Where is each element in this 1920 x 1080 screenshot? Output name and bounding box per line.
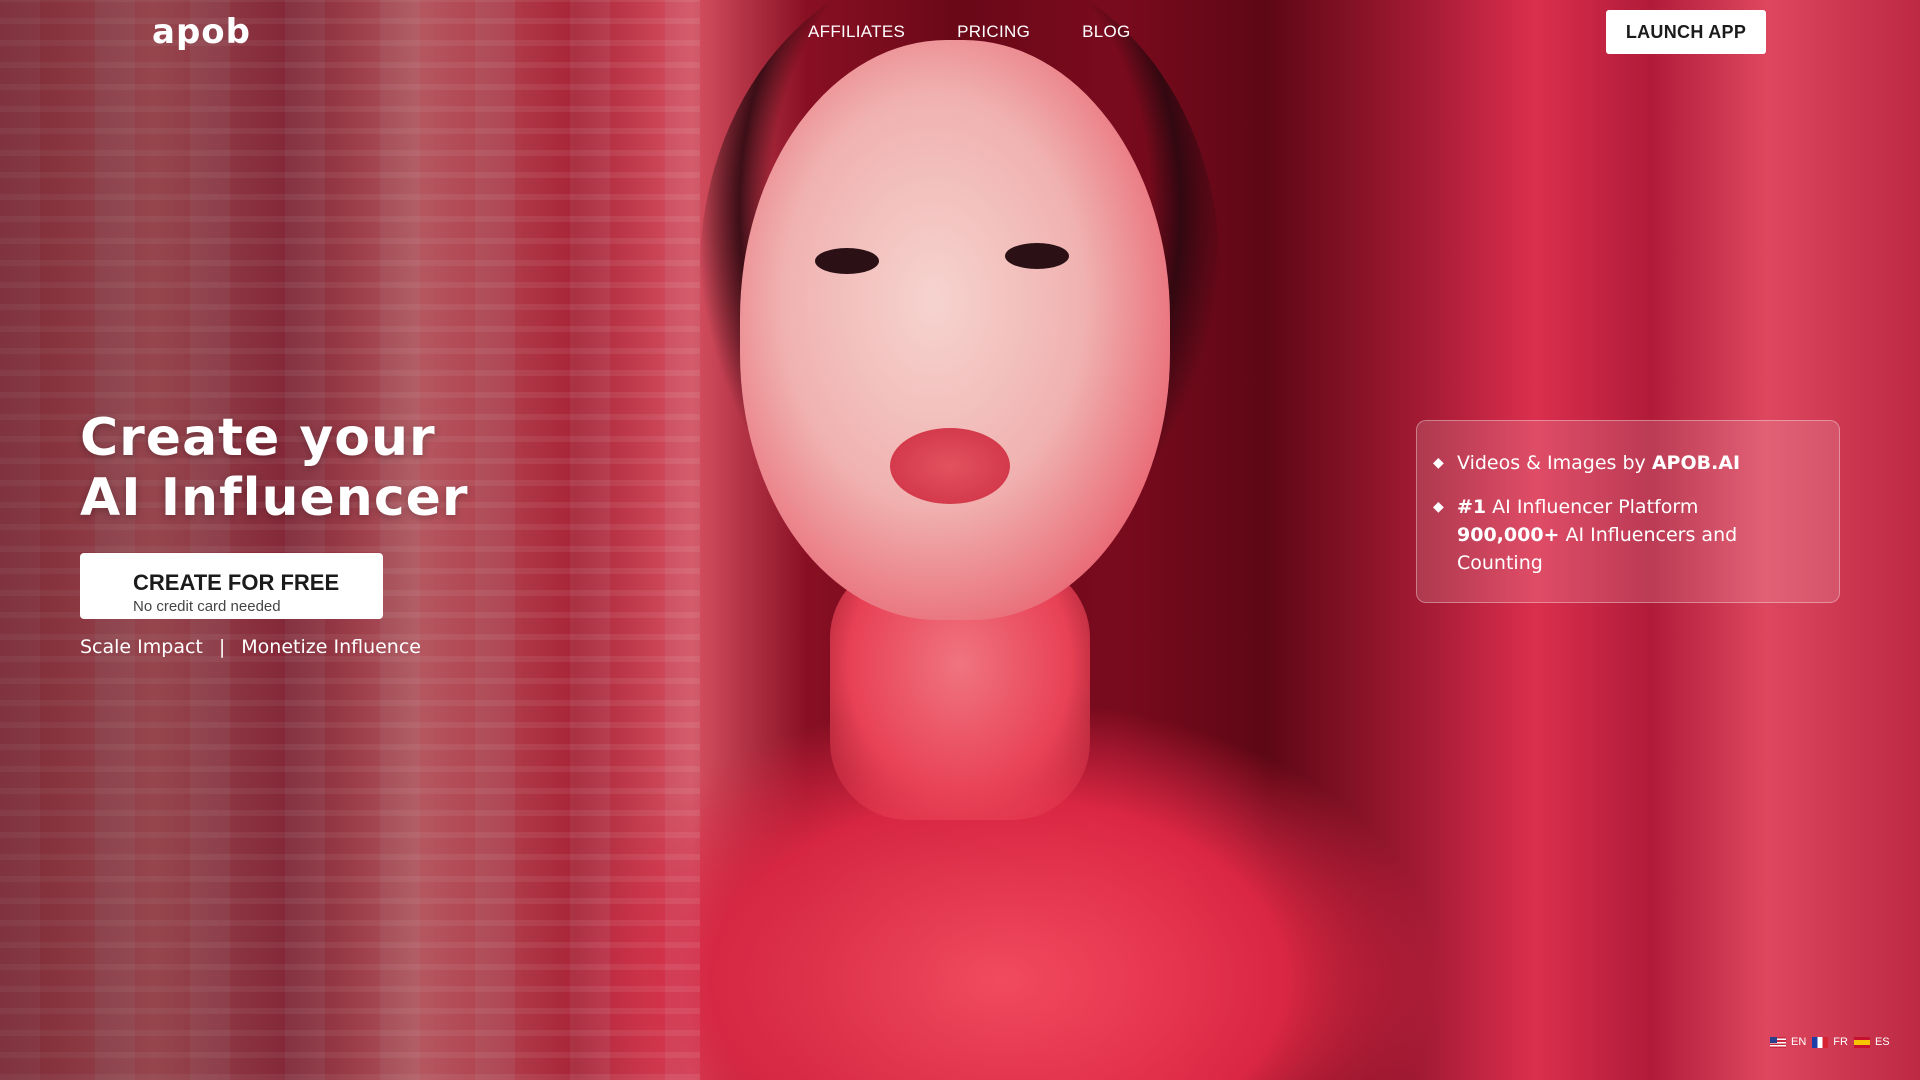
nav-item-affiliates[interactable]: AFFILIATES <box>808 22 905 42</box>
lang-option-fr[interactable]: FR <box>1812 1036 1848 1048</box>
tagline-separator: | <box>218 636 226 658</box>
hero-title-line1: Create your <box>80 408 436 468</box>
lang-option-es[interactable]: ES <box>1853 1036 1890 1048</box>
us-flag-icon <box>1770 1036 1786 1048</box>
info-row1-text: Videos & Images by <box>1457 452 1652 474</box>
launch-app-button[interactable]: LAUNCH APP <box>1606 10 1766 54</box>
lang-code-en: EN <box>1791 1036 1807 1048</box>
info-card: ◆ Videos & Images by APOB.AI ◆ #1 AI Inf… <box>1416 420 1840 603</box>
info-row-videos-images: ◆ Videos & Images by APOB.AI <box>1433 449 1821 477</box>
language-switcher: EN FR ES <box>1770 1036 1890 1048</box>
nav-item-pricing[interactable]: PRICING <box>957 22 1030 42</box>
main-nav: AFFILIATES PRICING BLOG <box>808 22 1131 42</box>
diamond-bullet-icon: ◆ <box>1433 455 1444 471</box>
lang-code-es: ES <box>1874 1036 1890 1048</box>
apob-logo[interactable]: apob <box>152 12 251 52</box>
hero-title: Create your AI Influencer <box>80 408 600 528</box>
hero-portrait-lips <box>890 428 1010 504</box>
info-row3-count: 900,000+ <box>1457 524 1560 546</box>
nav-item-blog[interactable]: BLOG <box>1082 22 1130 42</box>
cta-label: CREATE FOR FREE <box>133 569 340 595</box>
lang-option-en[interactable]: EN <box>1770 1036 1806 1048</box>
tagline-scale-impact: Scale Impact <box>80 636 203 658</box>
es-flag-icon <box>1853 1036 1870 1048</box>
hero-portrait-eye-left <box>815 248 879 274</box>
hero-portrait-eye-right <box>1005 243 1069 269</box>
info-row1-brand: APOB.AI <box>1651 452 1741 474</box>
cta-sublabel: No credit card needed <box>133 597 281 615</box>
hero-portrait-face <box>740 40 1170 620</box>
info-row-platform: ◆ #1 AI Influencer Platform 900,000+ AI … <box>1433 493 1821 577</box>
info-row2-rank: #1 <box>1457 496 1487 518</box>
info-row2-text: AI Influencer Platform <box>1486 496 1699 518</box>
create-for-free-button[interactable]: CREATE FOR FREE No credit card needed <box>80 553 383 619</box>
hero-title-line2: AI Influencer <box>80 468 469 528</box>
lang-code-fr: FR <box>1833 1036 1848 1048</box>
diamond-bullet-icon: ◆ <box>1433 499 1444 515</box>
fr-flag-icon <box>1812 1036 1829 1048</box>
hero-tagline: Scale Impact | Monetize Influence <box>80 636 421 658</box>
tagline-monetize-influence: Monetize Influence <box>241 636 421 658</box>
